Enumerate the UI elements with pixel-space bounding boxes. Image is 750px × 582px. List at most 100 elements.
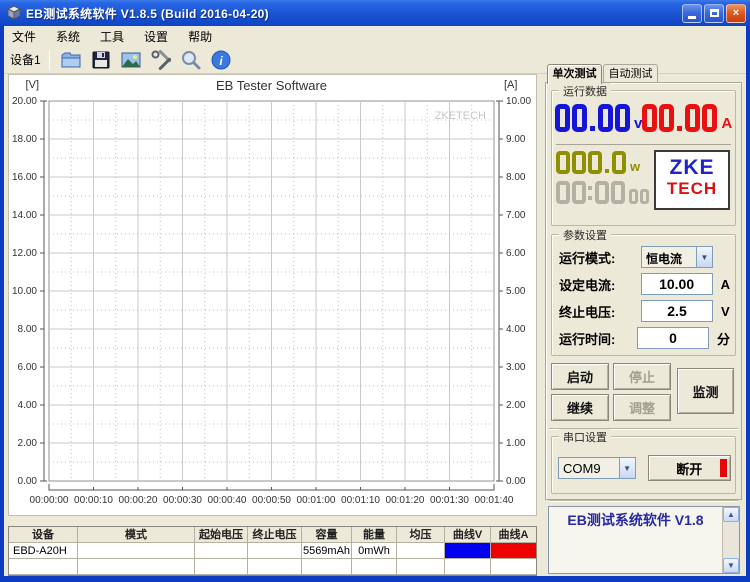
menu-item-0[interactable]: 文件 xyxy=(12,28,36,45)
monitor-button[interactable]: 监测 xyxy=(677,368,734,414)
table-cell: EBD-A20H xyxy=(9,543,78,559)
settings-tools-button[interactable] xyxy=(146,47,176,73)
cutoff-voltage-label: 终止电压: xyxy=(559,302,641,321)
app-icon xyxy=(6,5,22,21)
table-cell xyxy=(195,543,248,559)
menu-item-1[interactable]: 系统 xyxy=(56,28,80,45)
tab-auto-test[interactable]: 自动测试 xyxy=(603,64,658,83)
zoom-button[interactable] xyxy=(176,47,206,73)
run-mode-value: 恒电流 xyxy=(642,247,696,267)
info-icon: i xyxy=(210,49,232,71)
run-mode-select[interactable]: 恒电流 ▼ xyxy=(641,246,713,268)
chevron-down-icon[interactable]: ▼ xyxy=(619,458,635,478)
x-tick-label: 00:00:30 xyxy=(163,495,202,506)
curve-a-swatch xyxy=(491,543,536,559)
right-tick-label: 0.00 xyxy=(506,476,526,487)
export-image-button[interactable] xyxy=(116,47,146,73)
curve-v-swatch xyxy=(445,543,491,559)
logo-line2: TECH xyxy=(656,179,728,198)
table-header-3[interactable]: 终止电压 xyxy=(248,527,302,543)
table-row[interactable] xyxy=(9,559,536,575)
maximize-button[interactable] xyxy=(704,4,724,23)
run-time-input[interactable] xyxy=(637,327,709,349)
table-cell: 5569mAh xyxy=(302,543,352,559)
title-bar[interactable]: EB测试系统软件 V1.8.5 (Build 2016-04-20) × xyxy=(0,0,750,26)
table-header-5[interactable]: 能量 xyxy=(352,527,397,543)
current-unit: A xyxy=(721,115,732,132)
x-tick-label: 00:00:40 xyxy=(208,495,247,506)
serial-group-title: 串口设置 xyxy=(559,429,611,445)
voltage-unit: v xyxy=(634,115,642,132)
set-current-unit: A xyxy=(721,277,730,292)
table-cell: 0mWh xyxy=(352,543,397,559)
table-header-0[interactable]: 设备 xyxy=(9,527,78,543)
table-cell xyxy=(397,543,445,559)
table-cell xyxy=(78,543,195,559)
open-file-button[interactable] xyxy=(56,47,86,73)
right-tick-label: 6.00 xyxy=(506,248,526,259)
tools-icon xyxy=(150,49,172,71)
continue-button[interactable]: 继续 xyxy=(551,394,609,421)
run-data-group-title: 运行数据 xyxy=(559,83,611,99)
x-tick-label: 00:00:00 xyxy=(30,495,69,506)
left-tick-label: 6.00 xyxy=(18,362,38,373)
right-tick-label: 9.00 xyxy=(506,134,526,145)
window-title: EB测试系统软件 V1.8.5 (Build 2016-04-20) xyxy=(26,5,680,22)
table-cell xyxy=(248,543,302,559)
table-row[interactable]: EBD-A20H 5569mAh0mWh xyxy=(9,543,536,559)
x-tick-label: 00:01:40 xyxy=(475,495,514,506)
version-info-box: EB测试系统软件 V1.8 ▲ ▼ xyxy=(548,506,740,574)
results-table: 设备模式起始电压终止电压容量能量均压曲线V曲线A EBD-A20H 5569mAh0… xyxy=(8,526,537,576)
run-time-unit: 分 xyxy=(717,329,730,348)
table-header-8[interactable]: 曲线A xyxy=(491,527,536,543)
table-header-7[interactable]: 曲线V xyxy=(445,527,491,543)
serial-group: 串口设置 COM9 ▼ 断开 xyxy=(551,436,736,494)
scrollbar[interactable]: ▲ ▼ xyxy=(722,507,739,573)
menu-item-4[interactable]: 帮助 xyxy=(188,28,212,45)
save-button[interactable] xyxy=(86,47,116,73)
about-button[interactable]: i xyxy=(206,47,236,73)
right-axis-line xyxy=(496,101,499,481)
chevron-down-icon[interactable]: ▼ xyxy=(696,247,712,267)
table-header-2[interactable]: 起始电压 xyxy=(195,527,248,543)
set-current-input[interactable] xyxy=(641,273,713,295)
cutoff-voltage-unit: V xyxy=(721,304,730,319)
right-tick-label: 5.00 xyxy=(506,286,526,297)
voltage-display: v xyxy=(555,104,642,132)
right-tick-label: 7.00 xyxy=(506,210,526,221)
left-tick-label: 14.00 xyxy=(12,210,37,221)
x-tick-label: 00:00:20 xyxy=(119,495,158,506)
version-info-text: EB测试系统软件 V1.8 xyxy=(549,507,722,573)
zketech-logo: ZKE TECH xyxy=(654,150,730,210)
device-selector[interactable]: 设备1 xyxy=(4,51,47,68)
right-axis-label: [A] xyxy=(504,79,517,91)
lcd-divider xyxy=(556,144,731,145)
minimize-button[interactable] xyxy=(682,4,702,23)
com-port-select[interactable]: COM9 ▼ xyxy=(558,457,636,479)
left-tick-label: 8.00 xyxy=(18,324,38,335)
tab-single-test[interactable]: 单次测试 xyxy=(547,64,602,84)
cutoff-voltage-input[interactable] xyxy=(641,300,713,322)
params-group-title: 参数设置 xyxy=(559,227,611,243)
right-tick-label: 3.00 xyxy=(506,362,526,373)
menu-item-2[interactable]: 工具 xyxy=(100,28,124,45)
run-data-group: 运行数据 v A w ZKE TECH xyxy=(551,90,736,226)
scrollbar-up-button[interactable]: ▲ xyxy=(723,507,739,522)
table-header-6[interactable]: 均压 xyxy=(397,527,445,543)
toolbar-separator xyxy=(49,50,50,70)
table-header-1[interactable]: 模式 xyxy=(78,527,195,543)
table-cell xyxy=(248,559,302,575)
start-button[interactable]: 启动 xyxy=(551,363,609,390)
run-mode-label: 运行模式: xyxy=(559,248,641,267)
right-tick-label: 4.00 xyxy=(506,324,526,335)
disconnect-button[interactable]: 断开 xyxy=(648,455,731,481)
x-tick-label: 00:01:30 xyxy=(430,495,469,506)
watermark: ZKETECH xyxy=(435,110,486,122)
menu-item-3[interactable]: 设置 xyxy=(144,28,168,45)
scrollbar-down-button[interactable]: ▼ xyxy=(723,558,739,573)
close-button[interactable]: × xyxy=(726,4,746,23)
left-tick-label: 10.00 xyxy=(12,286,37,297)
separator-line xyxy=(549,500,738,502)
floppy-disk-icon xyxy=(90,49,112,71)
table-header-4[interactable]: 容量 xyxy=(302,527,352,543)
